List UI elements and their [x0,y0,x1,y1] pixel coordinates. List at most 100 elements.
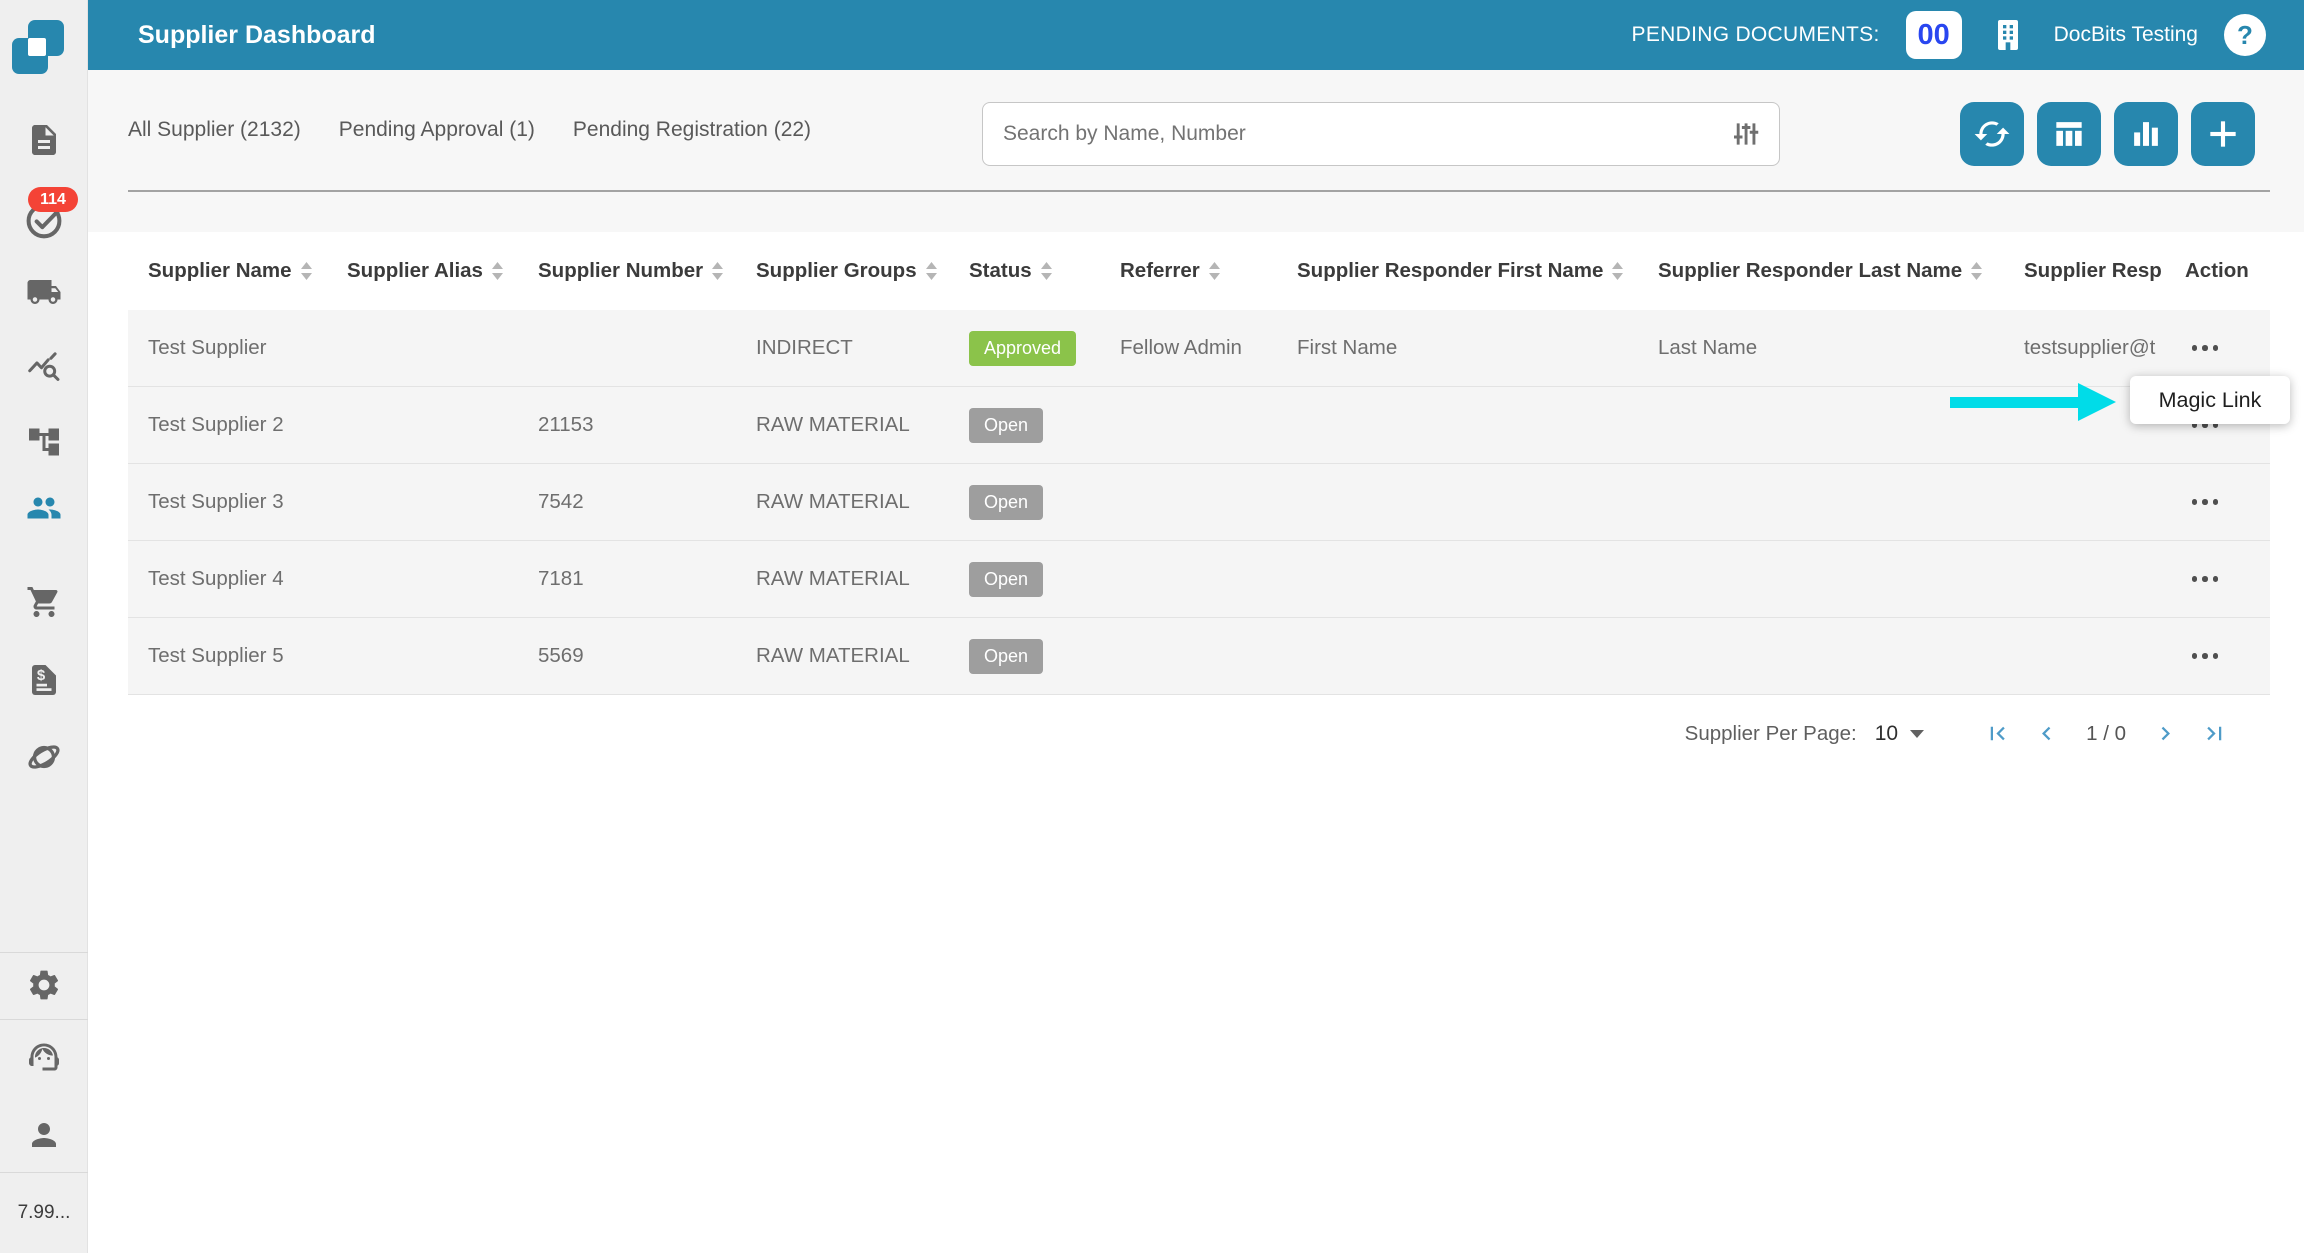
tabs-divider [128,190,2270,192]
sort-icon[interactable] [712,262,723,280]
tab-pending-approval[interactable]: Pending Approval (1) [339,118,535,142]
chevron-down-icon [1910,730,1924,738]
supplier-groups-cell: RAW MATERIAL [756,567,969,591]
pending-documents-count-badge[interactable]: 00 [1906,11,1962,59]
magic-link-tooltip[interactable]: Magic Link [2130,376,2290,424]
table-row[interactable]: Test Supplier 2 21153 RAW MATERIAL Open [128,387,2270,464]
supplier-number-cell: 21153 [538,413,756,437]
organization-building-icon [1988,15,2028,55]
analytics-icon[interactable] [26,349,62,385]
tab-pending-registration[interactable]: Pending Registration (22) [573,118,811,142]
purchase-orders-cart-icon[interactable] [26,584,62,620]
help-icon[interactable]: ? [2224,14,2266,56]
support-headset-icon[interactable] [26,1039,62,1075]
supplier-name-cell: Test Supplier 2 [148,413,347,437]
toolbar-actions [1960,102,2255,166]
sort-icon[interactable] [1041,262,1052,280]
next-page-button[interactable] [2152,720,2179,747]
table-row[interactable]: Test Supplier 5 5569 RAW MATERIAL Open [128,618,2270,695]
search-input[interactable] [983,122,1731,146]
table-row[interactable]: Test Supplier INDIRECT Approved Fellow A… [128,310,2270,387]
column-header[interactable]: Supplier Responder First Name [1297,259,1658,283]
responder-last-name-cell: Last Name [1658,336,2024,360]
column-header[interactable]: Supplier Name [148,259,347,283]
suppliers-people-icon[interactable] [26,490,62,526]
annotation-arrow-head [2078,383,2116,421]
row-actions-menu[interactable] [2185,564,2225,594]
sidebar-divider [0,1019,88,1020]
supplier-number-cell: 7181 [538,567,756,591]
column-header[interactable]: Supplier Groups [756,259,969,283]
svg-text:$: $ [37,667,46,684]
status-cell: Open [969,562,1120,597]
supplier-groups-cell: RAW MATERIAL [756,644,969,668]
column-header[interactable]: Supplier Number [538,259,756,283]
supplier-table: Supplier Name Supplier Alias Supplier Nu… [128,232,2270,772]
table-header-row: Supplier Name Supplier Alias Supplier Nu… [128,232,2270,310]
supplier-groups-cell: INDIRECT [756,336,969,360]
first-page-button[interactable] [1984,720,2011,747]
supplier-name-cell: Test Supplier [148,336,347,360]
last-page-button[interactable] [2201,720,2228,747]
top-header-bar: Supplier Dashboard PENDING DOCUMENTS: 00… [88,0,2304,70]
column-header[interactable]: Status [969,259,1120,283]
table-footer: Supplier Per Page: 10 1 / 0 [128,695,2270,772]
column-header[interactable]: Supplier Responder Last Name [1658,259,2024,283]
sidebar: 114 $ [0,0,88,1253]
pending-documents-label: PENDING DOCUMENTS: [1632,23,1880,47]
supplier-tabs: All Supplier (2132) Pending Approval (1)… [128,118,811,142]
table-view-button[interactable] [2037,102,2101,166]
status-badge: Open [969,408,1043,443]
sort-icon[interactable] [1209,262,1220,280]
table-row[interactable]: Test Supplier 4 7181 RAW MATERIAL Open [128,541,2270,618]
column-header[interactable]: Supplier Alias [347,259,538,283]
tab-all-supplier[interactable]: All Supplier (2132) [128,118,301,142]
per-page-select[interactable]: 10 [1875,722,1924,746]
refresh-button[interactable] [1960,102,2024,166]
supplier-groups-cell: RAW MATERIAL [756,490,969,514]
column-header[interactable]: Referrer [1120,259,1297,283]
status-badge: Approved [969,331,1076,366]
main-content: All Supplier (2132) Pending Approval (1)… [88,70,2304,1253]
sort-icon[interactable] [301,262,312,280]
column-header[interactable]: Supplier Resp [2024,259,2185,283]
status-badge: Open [969,639,1043,674]
sort-icon[interactable] [492,262,503,280]
documents-icon[interactable] [26,122,62,158]
sort-icon[interactable] [1612,262,1623,280]
add-supplier-button[interactable] [2191,102,2255,166]
page-indicator: 1 / 0 [2086,722,2126,746]
row-actions-menu[interactable] [2185,641,2225,671]
table-row[interactable]: Test Supplier 3 7542 RAW MATERIAL Open [128,464,2270,541]
network-globe-icon[interactable] [26,739,62,775]
app-logo[interactable] [0,0,88,88]
supplier-name-cell: Test Supplier 4 [148,567,347,591]
user-profile-icon[interactable] [26,1117,62,1153]
supplier-number-cell: 7542 [538,490,756,514]
shipments-truck-icon[interactable] [26,274,62,310]
sidebar-divider [0,1172,88,1173]
status-badge: Open [969,485,1043,520]
supplier-number-cell: 5569 [538,644,756,668]
previous-page-button[interactable] [2033,720,2060,747]
app-version: 7.99... [0,1202,88,1224]
referrer-cell: Fellow Admin [1120,336,1297,360]
column-header: Action [2185,259,2270,283]
row-actions-menu[interactable] [2185,333,2225,363]
filter-tune-icon[interactable] [1731,119,1761,149]
responder-email-cell: testsupplier@t [2024,336,2185,360]
sidebar-divider [0,952,88,953]
sort-icon[interactable] [1971,262,1982,280]
organization-name: DocBits Testing [2054,23,2198,47]
row-actions-menu[interactable] [2185,487,2225,517]
approvals-count-badge: 114 [28,187,78,212]
supplier-name-cell: Test Supplier 5 [148,644,347,668]
workflow-icon[interactable] [26,424,62,460]
invoices-icon[interactable]: $ [26,662,62,698]
status-cell: Open [969,408,1120,443]
sort-icon[interactable] [926,262,937,280]
settings-gear-icon[interactable] [26,967,62,1003]
chart-view-button[interactable] [2114,102,2178,166]
annotation-arrow [1950,397,2080,408]
search-box [982,102,1780,166]
